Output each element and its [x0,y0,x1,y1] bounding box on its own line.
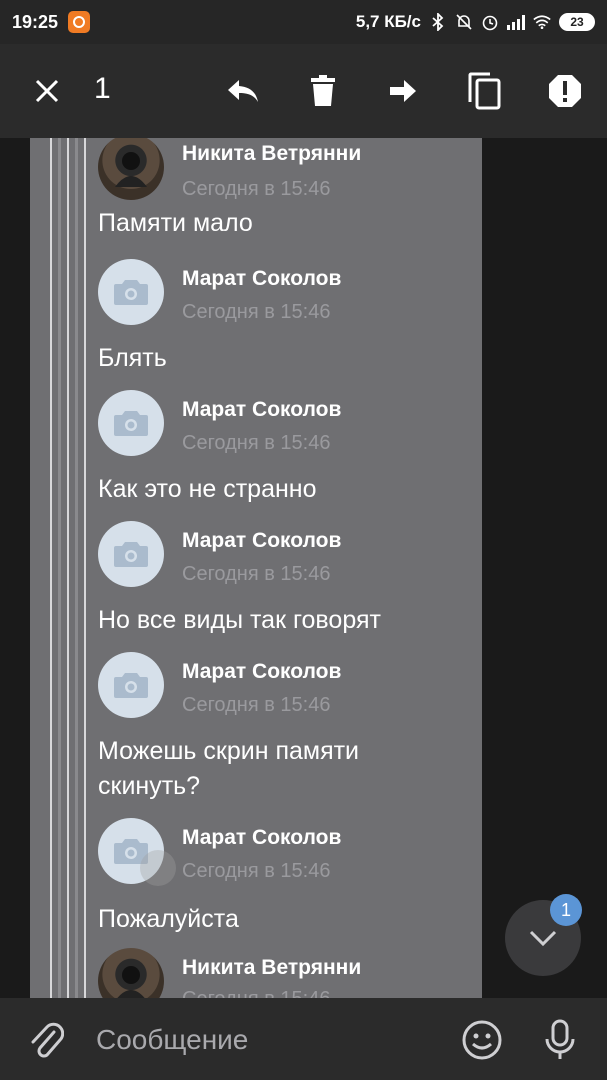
trash-icon [311,75,335,106]
camera-icon [114,542,148,567]
avatar[interactable] [98,521,164,587]
mute-bell-icon [455,13,473,31]
avatar[interactable] [98,948,164,998]
app-notification-icon [68,11,91,33]
delete-button[interactable] [298,66,348,116]
close-button[interactable] [22,66,72,116]
message-text-line-2: скинуть? [98,772,201,800]
status-time: 19:25 [12,11,59,32]
attach-button[interactable] [24,1018,68,1062]
smiley-icon [462,1020,502,1060]
forwarded-messages-card[interactable]: Никита Ветрянни Сегодня в 15:46 Памяти м… [30,138,482,998]
alarm-icon [481,13,499,31]
author-name[interactable]: Марат Соколов [182,398,341,422]
author-name[interactable]: Марат Соколов [182,267,341,291]
author-name[interactable]: Марат Соколов [182,826,341,850]
touch-indicator [140,850,176,886]
forward-stripes [50,138,87,998]
camera-icon [114,280,148,305]
author-name[interactable]: Марат Соколов [182,660,341,684]
list-item[interactable]: Марат Соколов Сегодня в 15:46 Блять [98,259,478,389]
reply-button[interactable] [218,66,268,116]
camera-icon [114,411,148,436]
message-text: Но все виды так говорят [98,606,381,634]
message-time: Сегодня в 15:46 [182,432,331,454]
message-text: Пожалуйста [98,905,239,933]
list-item[interactable]: Никита Ветрянни Сегодня в 15:46 [98,948,478,998]
chevron-down-icon [529,930,557,947]
message-text: Памяти мало [98,209,253,237]
wifi-icon [533,13,551,31]
selected-count: 1 [94,72,111,105]
message-text: Блять [98,344,167,372]
bluetooth-icon [429,13,447,31]
voice-button[interactable] [538,1018,582,1062]
message-time: Сегодня в 15:46 [182,988,330,998]
forward-icon [390,80,416,102]
message-text-line-1: Можешь скрин памяти [98,737,360,765]
avatar[interactable] [98,652,164,718]
unread-badge: 1 [550,894,582,926]
status-right: 5,7 КБ/с 23 [356,12,595,32]
microphone-icon [545,1019,575,1059]
message-time: Сегодня в 15:46 [182,301,331,323]
author-name[interactable]: Марат Соколов [182,529,341,553]
report-button[interactable] [540,66,590,116]
close-icon [35,79,59,103]
status-bar: 19:25 5,7 КБ/с 23 [0,0,607,44]
network-speed: 5,7 КБ/с [355,12,421,31]
author-name[interactable]: Никита Ветрянни [182,142,361,166]
paperclip-icon [31,1022,64,1058]
avatar[interactable] [98,259,164,325]
author-name[interactable]: Никита Ветрянни [182,956,361,980]
avatar[interactable] [98,390,164,456]
alert-icon [549,75,581,107]
selection-toolbar: 1 [0,44,607,138]
list-item[interactable]: Марат Соколов Сегодня в 15:46 Как это не… [98,390,478,520]
reply-icon [228,80,258,102]
user-photo-icon [117,966,145,998]
message-time: Сегодня в 15:46 [182,563,331,585]
emoji-button[interactable] [460,1018,504,1062]
list-item[interactable]: Никита Ветрянни Сегодня в 15:46 Памяти м… [98,138,478,264]
message-composer: Сообщение [0,998,607,1080]
battery-indicator: 23 [559,13,595,31]
signal-icon [507,14,525,30]
user-photo-icon [115,152,147,187]
camera-icon [114,673,148,698]
list-item[interactable]: Марат Соколов Сегодня в 15:46 Можешь скр… [98,652,478,817]
message-time: Сегодня в 15:46 [182,178,331,200]
forward-button[interactable] [378,66,428,116]
message-text: Как это не странно [98,475,317,503]
avatar[interactable] [98,138,164,200]
message-time: Сегодня в 15:46 [182,694,331,716]
list-item[interactable]: Марат Соколов Сегодня в 15:46 Но все вид… [98,521,478,651]
message-input[interactable]: Сообщение [96,1024,248,1056]
message-time: Сегодня в 15:46 [182,860,331,882]
copy-icon [468,72,501,110]
copy-button[interactable] [460,66,510,116]
